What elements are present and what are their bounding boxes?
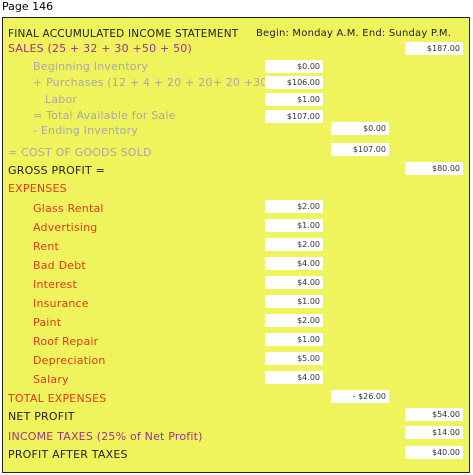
cogs-label: = COST OF GOODS SOLD: [8, 146, 152, 159]
expense-value: $2.00: [265, 238, 323, 251]
sales-value: $187.00: [405, 42, 463, 55]
purchases-label: + Purchases (12 + 4 + 20 + 20+ 20 +30): [33, 76, 273, 89]
net-profit-value: $54.00: [405, 408, 463, 421]
expense-label: Advertising: [33, 221, 98, 234]
expense-label: Salary: [33, 373, 69, 386]
profit-after-taxes-value: $40.00: [405, 446, 463, 459]
purchases-value: $106.00: [265, 76, 323, 89]
net-profit-label: NET PROFIT: [8, 410, 75, 423]
expense-label: Rent: [33, 240, 60, 253]
expense-value: $1.00: [265, 333, 323, 346]
statement-period: Begin: Monday A.M. End: Sunday P.M.: [256, 28, 452, 39]
page-label: Page 146: [2, 0, 54, 13]
expense-value: $1.00: [265, 295, 323, 308]
statement-title: FINAL ACCUMULATED INCOME STATEMENT: [8, 28, 239, 40]
expense-value: $5.00: [265, 352, 323, 365]
labor-label: Labor: [45, 93, 78, 106]
total-available-label: = Total Available for Sale: [33, 109, 176, 122]
expenses-heading: EXPENSES: [8, 182, 67, 195]
expense-label: Bad Debt: [33, 259, 86, 272]
expense-label: Paint: [33, 316, 62, 329]
profit-after-taxes-label: PROFIT AFTER TAXES: [8, 448, 128, 461]
expense-label: Depreciation: [33, 354, 106, 367]
expense-value: $2.00: [265, 314, 323, 327]
gross-profit-label: GROSS PROFIT =: [8, 164, 106, 177]
gross-profit-value: $80.00: [405, 162, 463, 175]
beginning-inventory-value: $0.00: [265, 60, 323, 73]
income-statement-sheet: FINAL ACCUMULATED INCOME STATEMENT Begin…: [2, 17, 470, 473]
labor-value: $1.00: [265, 93, 323, 106]
expense-label: Roof Repair: [33, 335, 99, 348]
expense-label: Insurance: [33, 297, 89, 310]
expense-value: $4.00: [265, 257, 323, 270]
income-taxes-value: $14.00: [405, 426, 463, 439]
expense-label: Interest: [33, 278, 77, 291]
expense-value: $4.00: [265, 371, 323, 384]
total-available-value: $107.00: [265, 110, 323, 123]
income-taxes-label: INCOME TAXES (25% of Net Profit): [8, 430, 203, 443]
expense-value: $4.00: [265, 276, 323, 289]
beginning-inventory-label: Beginning Inventory: [33, 60, 149, 73]
total-expenses-label: TOTAL EXPENSES: [8, 392, 107, 405]
total-expenses-value: - $26.00: [331, 390, 389, 403]
expense-value: $2.00: [265, 200, 323, 213]
ending-inventory-label: - Ending Inventory: [33, 124, 139, 137]
sales-label: SALES (25 + 32 + 30 +50 + 50): [8, 42, 192, 55]
expense-label: Glass Rental: [33, 202, 104, 215]
cogs-value: $107.00: [331, 143, 389, 156]
ending-inventory-value: $0.00: [331, 122, 389, 135]
expense-value: $1.00: [265, 219, 323, 232]
